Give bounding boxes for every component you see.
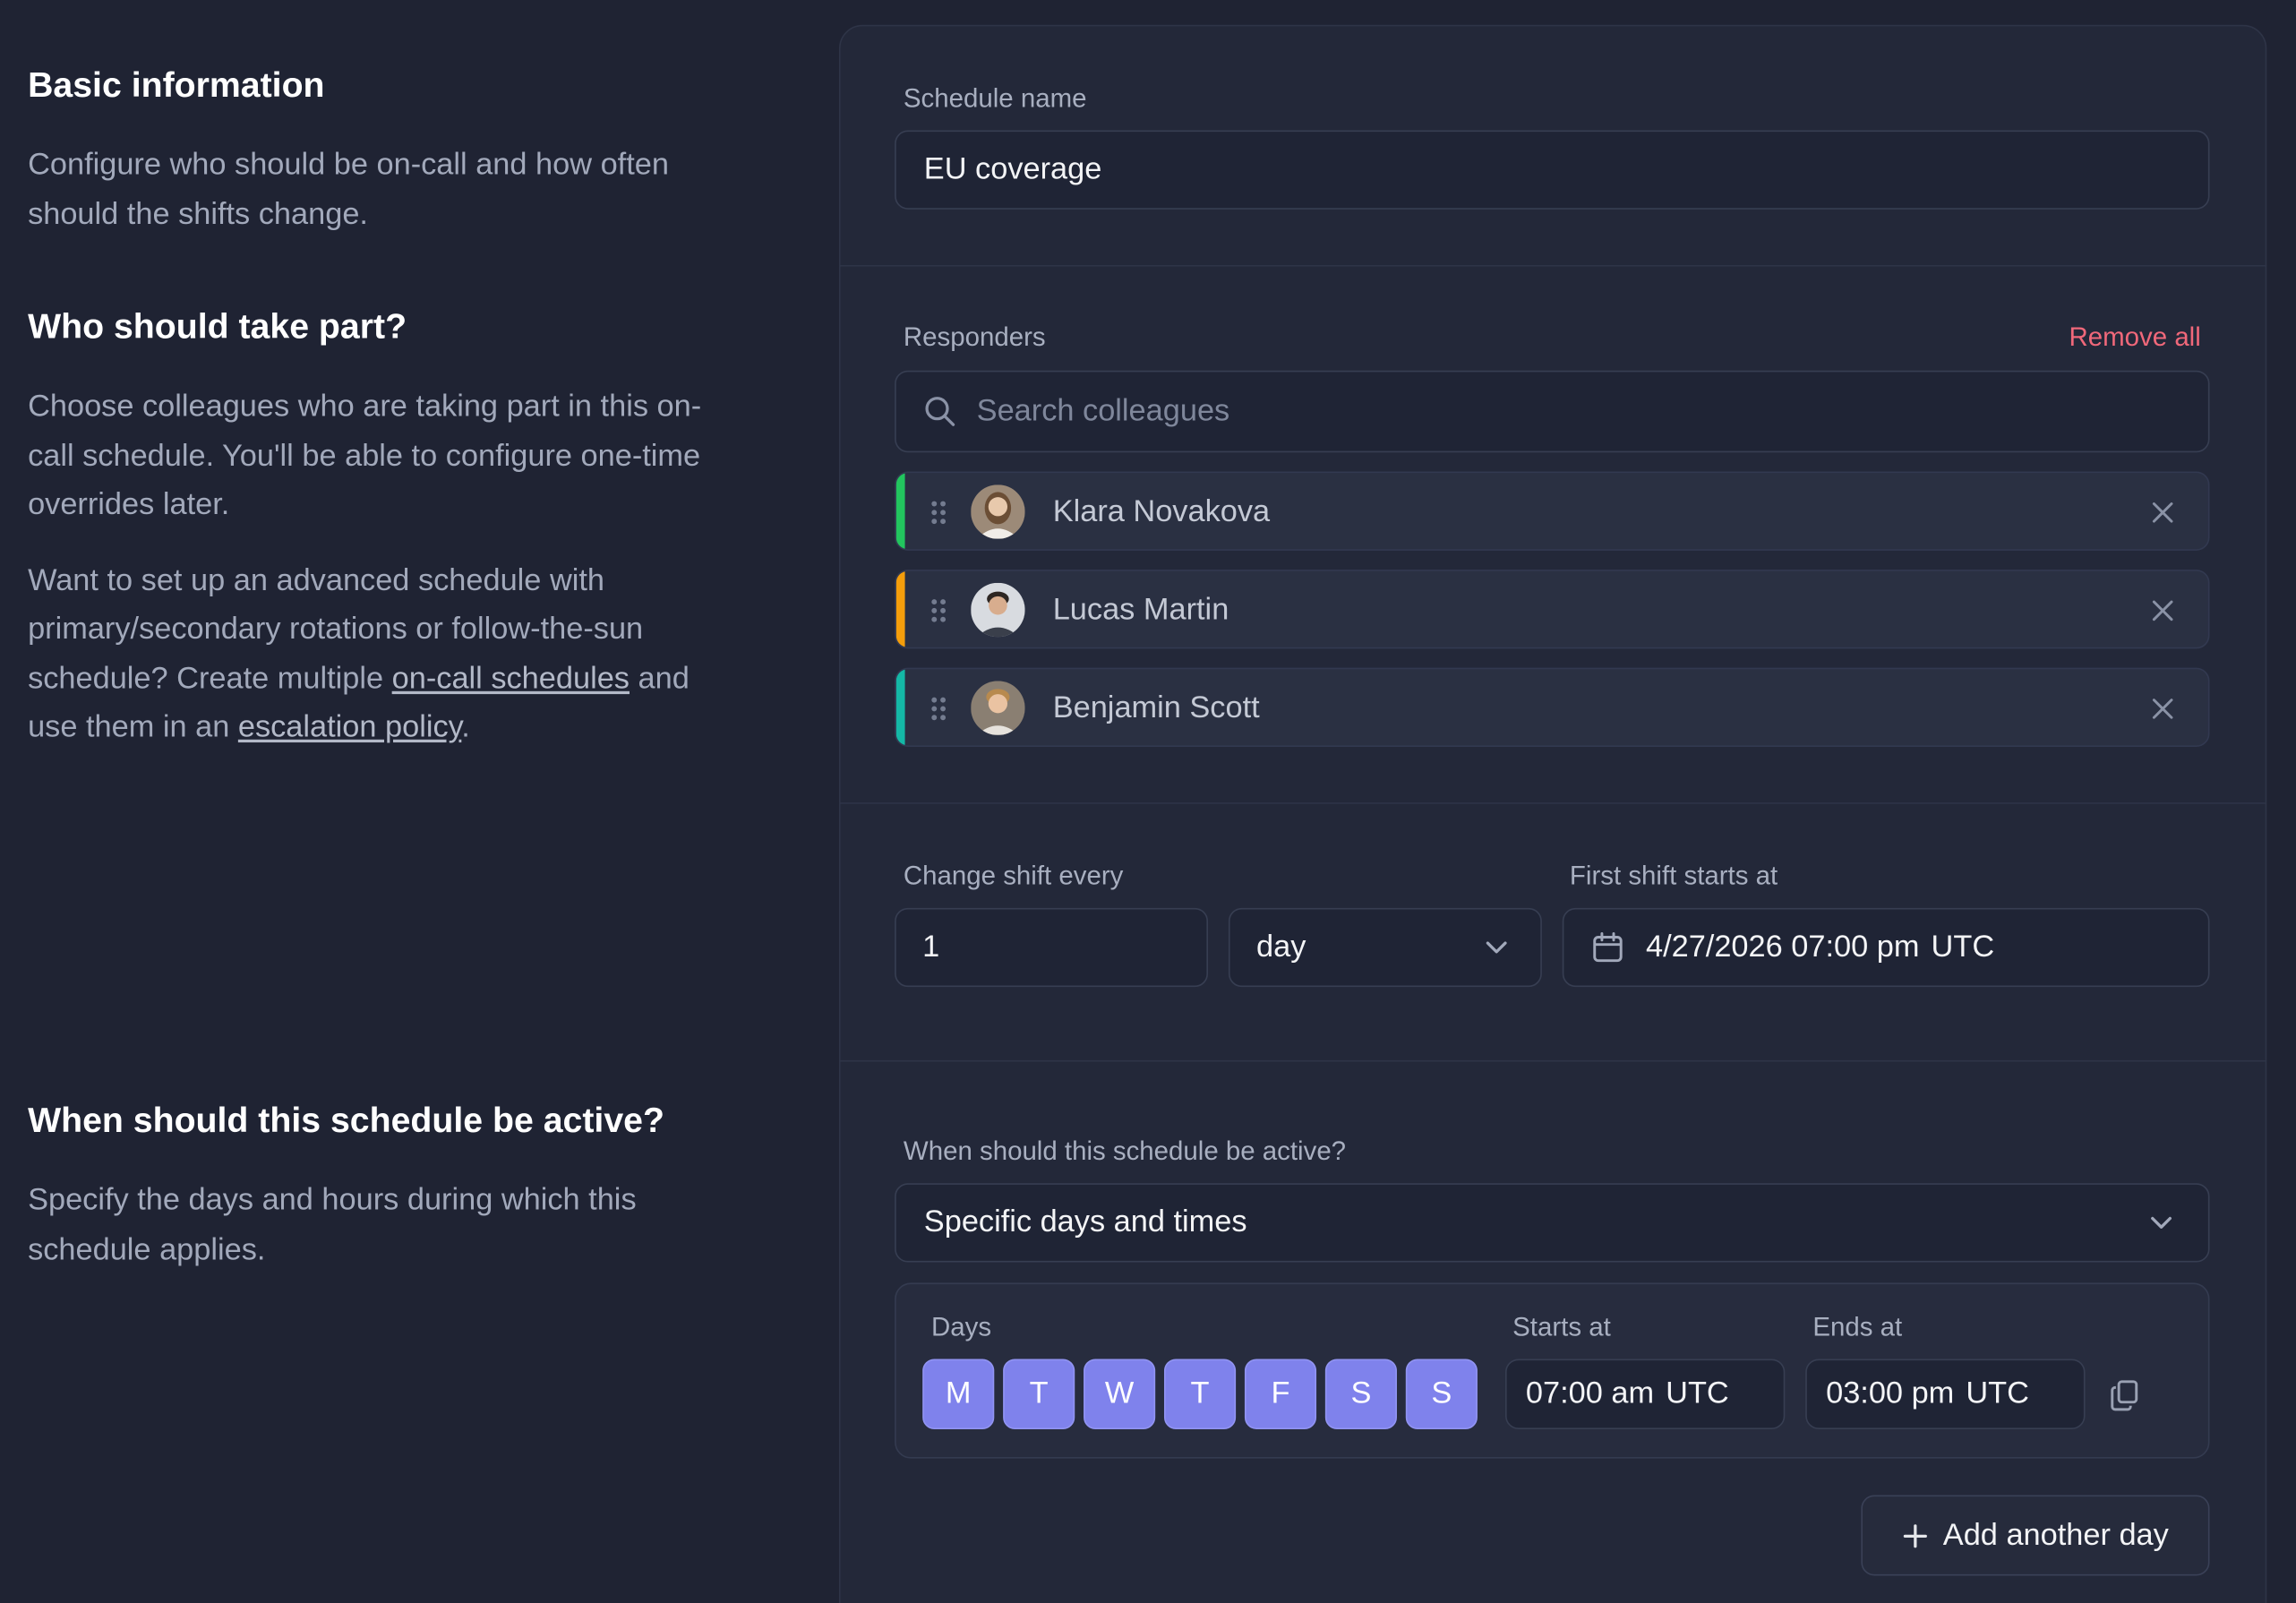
day-toggle-thursday[interactable]: T [1163,1359,1237,1429]
search-placeholder: Search colleagues [976,393,1230,428]
days-label: Days [930,1312,992,1342]
day-toggle-saturday[interactable]: S [1324,1359,1397,1429]
section-divider [838,1059,2267,1062]
day-toggle-sunday[interactable]: S [1405,1359,1478,1429]
responder-name: Lucas Martin [1052,593,1229,627]
schedule-name-value: EU coverage [923,152,1102,186]
responder-color-bar [895,570,905,647]
responders-label: Responders [903,321,1046,352]
active-schedule-label: When should this schedule be active? [903,1136,1347,1166]
add-another-day-label: Add another day [1942,1517,2169,1552]
advanced-note: Want to set up an advanced schedule with… [28,556,731,752]
first-shift-timezone: UTC [1931,930,1995,964]
shift-interval-value: 1 [922,930,940,964]
who-title: Who should take part? [28,307,407,347]
responder-color-bar [895,473,905,550]
ends-at-time: 03:00 pm [1826,1376,1955,1410]
avatar [971,681,1025,735]
plus-icon [1902,1522,1928,1548]
drag-handle-icon[interactable] [930,696,947,722]
escalation-policy-link[interactable]: escalation policy [238,710,461,744]
responder-name: Klara Novakova [1052,494,1271,529]
basic-info-description: Configure who should be on-call and how … [28,148,669,231]
shift-unit-select[interactable]: day [1228,907,1542,988]
when-section: When should this schedule be active? Spe… [28,1100,731,1274]
starts-at-time: 07:00 am [1525,1376,1655,1410]
day-toggle-tuesday[interactable]: T [1003,1359,1075,1429]
copy-icon[interactable] [2110,1379,2139,1411]
calendar-icon [1591,931,1623,964]
responder-name: Benjamin Scott [1052,690,1260,725]
search-icon [924,396,956,428]
starts-at-timezone: UTC [1666,1376,1729,1410]
page: Basic information Configure who should b… [0,0,2296,1603]
first-shift-value: 4/27/2026 07:00 pm [1645,930,1920,964]
day-toggle-monday[interactable]: M [922,1359,995,1429]
close-icon[interactable] [2149,696,2175,722]
basic-info-title: Basic information [28,65,325,106]
ends-at-timezone: UTC [1966,1376,2029,1410]
responder-row[interactable]: Lucas Martin [895,570,2210,649]
on-call-schedules-link[interactable]: on-call schedules [392,661,630,695]
responder-color-bar [895,669,905,746]
ends-at-input[interactable]: 03:00 pm UTC [1805,1359,2086,1429]
who-description: Choose colleagues who are taking part in… [28,389,702,522]
avatar [971,484,1025,539]
schedule-name-label: Schedule name [903,83,1087,113]
responder-row[interactable]: Klara Novakova [895,471,2210,551]
who-section: Who should take part? Choose colleagues … [28,306,731,752]
remove-all-link[interactable]: Remove all [2069,321,2201,353]
when-description: Specify the days and hours during which … [28,1183,637,1266]
starts-at-label: Starts at [1512,1312,1611,1342]
add-another-day-button[interactable]: Add another day [1861,1495,2210,1576]
day-toggle-friday[interactable]: F [1244,1359,1317,1429]
chevron-down-icon [2149,1215,2172,1230]
drag-handle-icon[interactable] [930,500,947,526]
responder-row[interactable]: Benjamin Scott [895,667,2210,747]
drag-handle-icon[interactable] [930,597,947,623]
section-divider [838,264,2267,267]
active-mode-value: Specific days and times [923,1204,1247,1239]
basic-info-section: Basic information Configure who should b… [28,64,731,239]
schedule-name-input[interactable]: EU coverage [895,130,2210,210]
day-toggle-wednesday[interactable]: W [1084,1359,1156,1429]
close-icon[interactable] [2149,597,2175,623]
starts-at-input[interactable]: 07:00 am UTC [1504,1359,1786,1429]
search-colleagues-input[interactable]: Search colleagues [895,370,2210,453]
when-title: When should this schedule be active? [28,1101,664,1141]
chevron-down-icon [1485,940,1508,955]
avatar [971,582,1025,638]
shift-interval-input[interactable]: 1 [895,907,1209,988]
page-content: Basic information Configure who should b… [0,0,2296,1603]
section-divider [838,802,2267,804]
first-shift-label: First shift starts at [1569,861,1778,891]
active-mode-select[interactable]: Specific days and times [895,1183,2210,1263]
advanced-note-suffix: . [461,710,470,744]
ends-at-label: Ends at [1812,1312,1903,1342]
first-shift-datetime-input[interactable]: 4/27/2026 07:00 pm UTC [1562,907,2210,988]
shift-unit-value: day [1256,930,1306,964]
close-icon[interactable] [2149,500,2175,526]
change-shift-label: Change shift every [903,861,1124,891]
